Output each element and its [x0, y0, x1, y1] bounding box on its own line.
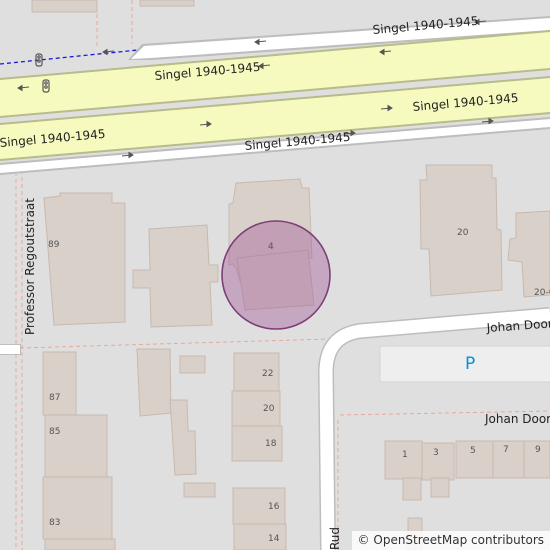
house-number: 5: [470, 446, 476, 456]
parking-symbol: P: [465, 354, 475, 374]
house-number: 83: [49, 518, 60, 528]
road-west-stub[interactable]: [0, 344, 21, 355]
house-number: 20: [263, 404, 275, 414]
road-label-professor-regoutstraat: Professor Regoutstraat: [23, 198, 37, 335]
house-number: 18: [265, 439, 277, 449]
house-number: 85: [49, 427, 60, 437]
house-number-highlighted: 4: [268, 242, 274, 252]
copyright-symbol: ©: [357, 533, 370, 547]
house-number: 14: [268, 534, 280, 544]
house-number: 89: [48, 240, 60, 250]
attribution: © OpenStreetMap contributors: [351, 531, 550, 550]
house-number: 7: [503, 445, 509, 455]
map-canvas[interactable]: Singel 1940-1945 Singel 1940-1945 Singel…: [0, 0, 550, 550]
location-highlight-circle[interactable]: [221, 220, 331, 330]
house-number: 9: [535, 445, 541, 455]
house-number: 3: [433, 448, 439, 458]
map-view[interactable]: Singel 1940-1945 Singel 1940-1945 Singel…: [0, 0, 550, 550]
attribution-link[interactable]: OpenStreetMap contributors: [373, 533, 544, 547]
house-number: 22: [262, 369, 273, 379]
house-number: 1: [402, 450, 408, 460]
house-number: 16: [268, 502, 280, 512]
house-number: 87: [49, 393, 60, 403]
house-number: 20: [457, 228, 469, 238]
house-number: 20-€: [534, 288, 550, 298]
road-label-johan-doorn: Johan Doorn: [484, 412, 550, 426]
road-label-rud: Rud: [328, 527, 342, 550]
